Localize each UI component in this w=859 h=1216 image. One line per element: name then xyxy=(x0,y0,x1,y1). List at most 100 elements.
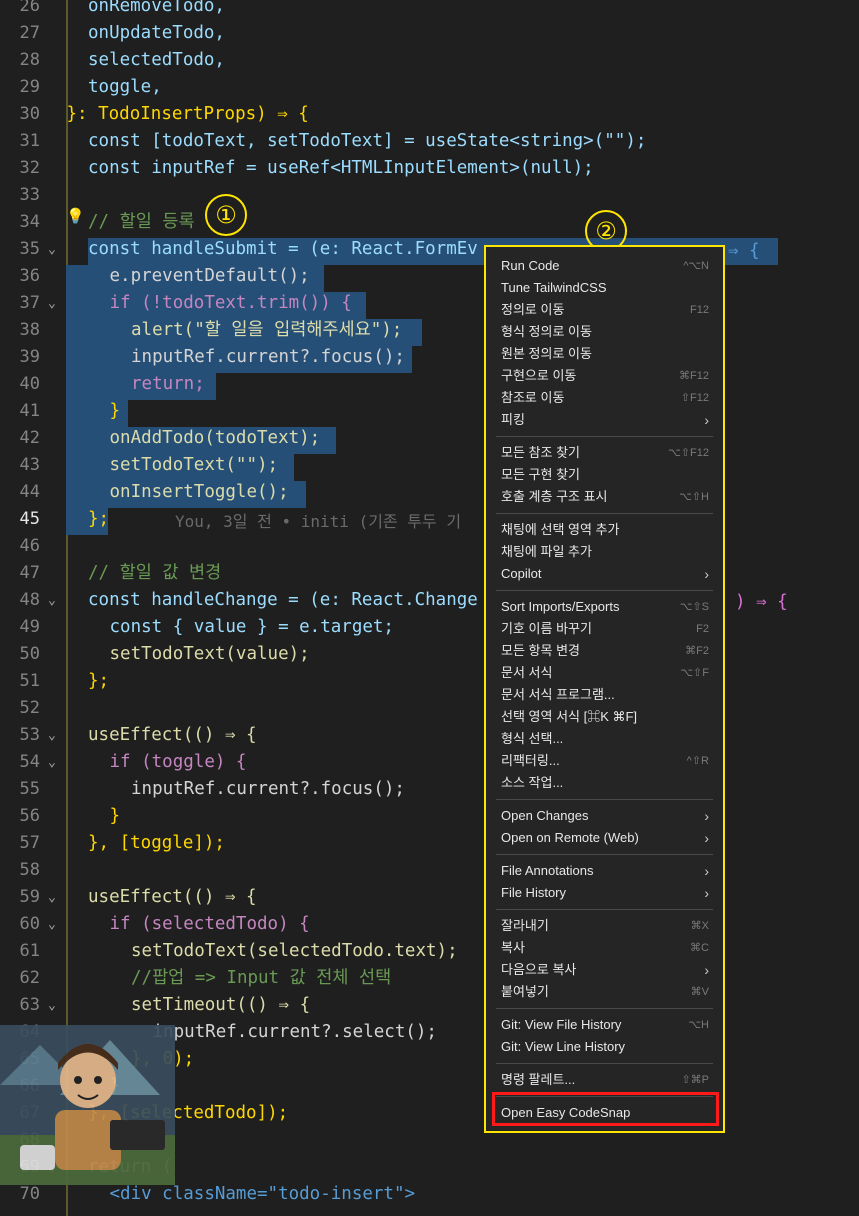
menu-item-label: Git: View Line History xyxy=(501,1039,626,1054)
code-line[interactable]: 50 setTodoText(value); xyxy=(0,641,859,668)
menu-item-리팩터링[interactable]: 리팩터링... ^⇧R xyxy=(501,750,709,772)
code-line[interactable]: 59 ⌄ useEffect(() ⇒ { xyxy=(0,884,859,911)
menu-item-다음으로-복사[interactable]: 다음으로 복사 › xyxy=(501,959,709,981)
fold-chevron-icon[interactable]: ⌄ xyxy=(48,911,56,938)
menu-item-run-code[interactable]: Run Code ^⌥N xyxy=(501,255,709,277)
menu-item-tune-tailwindcss[interactable]: Tune TailwindCSS xyxy=(501,277,709,299)
line-number: 54 xyxy=(19,752,40,772)
line-number: 31 xyxy=(19,131,40,151)
code-line[interactable]: 40 return; xyxy=(0,371,859,398)
menu-item-형식-선택[interactable]: 형식 선택... xyxy=(501,728,709,750)
menu-item-label: 복사 xyxy=(501,940,525,955)
code-line[interactable]: 53 ⌄ useEffect(() ⇒ { xyxy=(0,722,859,749)
menu-item-label: 잘라내기 xyxy=(501,918,549,933)
code-line[interactable]: 61 setTodoText(selectedTodo.text); xyxy=(0,938,859,965)
code-line[interactable]: 34 // 할일 등록 xyxy=(0,209,859,236)
menu-item-모든-항목-변경[interactable]: 모든 항목 변경 ⌘F2 xyxy=(501,640,709,662)
code-line[interactable]: 29 toggle, xyxy=(0,74,859,101)
menu-item-문서-서식[interactable]: 문서 서식 ⌥⇧F xyxy=(501,662,709,684)
line-number: 41 xyxy=(19,401,40,421)
code-line[interactable]: 62 //팝업 => Input 값 전체 선택 xyxy=(0,965,859,992)
fold-chevron-icon[interactable]: ⌄ xyxy=(48,992,56,1019)
menu-item-모든-구현-찾기[interactable]: 모든 구현 찾기 xyxy=(501,464,709,486)
menu-item-호출-계층-구조-표시[interactable]: 호출 계층 구조 표시 ⌥⇧H xyxy=(501,486,709,508)
code-text: } xyxy=(109,806,121,826)
menu-item-정의로-이동[interactable]: 정의로 이동 F12 xyxy=(501,299,709,321)
menu-item-피킹[interactable]: 피킹 › xyxy=(501,409,709,431)
chevron-right-icon: › xyxy=(704,885,709,901)
menu-item-모든-참조-찾기[interactable]: 모든 참조 찾기 ⌥⇧F12 xyxy=(501,442,709,464)
menu-item-git-view-line-history[interactable]: Git: View Line History xyxy=(501,1036,709,1058)
code-line[interactable]: 28 selectedTodo, xyxy=(0,47,859,74)
code-line[interactable]: 46 xyxy=(0,533,859,560)
menu-item-채팅에-파일-추가[interactable]: 채팅에 파일 추가 xyxy=(501,541,709,563)
menu-item-label: 채팅에 선택 영역 추가 xyxy=(501,522,620,537)
menu-item-구현으로-이동[interactable]: 구현으로 이동 ⌘F12 xyxy=(501,365,709,387)
code-line[interactable]: 54 ⌄ if (toggle) { xyxy=(0,749,859,776)
code-line[interactable]: 26 onRemoveTodo, xyxy=(0,0,859,20)
code-line[interactable]: 33 xyxy=(0,182,859,209)
code-line[interactable]: 41} xyxy=(0,398,859,425)
fold-chevron-icon[interactable]: ⌄ xyxy=(48,587,56,614)
fold-chevron-icon[interactable]: ⌄ xyxy=(48,749,56,776)
code-text: }, [toggle]); xyxy=(88,833,225,853)
line-number: 48 xyxy=(19,590,40,610)
fold-chevron-icon[interactable]: ⌄ xyxy=(48,884,56,911)
line-number: 40 xyxy=(19,374,40,394)
menu-item-label: Tune TailwindCSS xyxy=(501,280,607,295)
menu-item-기호-이름-바꾸기[interactable]: 기호 이름 바꾸기 F2 xyxy=(501,618,709,640)
code-line[interactable]: 37 ⌄ if (!todoText.trim()) { xyxy=(0,290,859,317)
menu-item-문서-서식-프로그램[interactable]: 문서 서식 프로그램... xyxy=(501,684,709,706)
menu-item-label: Copilot xyxy=(501,566,542,581)
code-text: }: TodoInsertProps) ⇒ { xyxy=(66,104,309,124)
code-line[interactable]: 30}: TodoInsertProps) ⇒ { xyxy=(0,101,859,128)
menu-item-sort-imports-exports[interactable]: Sort Imports/Exports ⌥⇧S xyxy=(501,596,709,618)
code-line[interactable]: 63 ⌄ setTimeout(() ⇒ { xyxy=(0,992,859,1019)
line-number: 27 xyxy=(19,23,40,43)
code-line[interactable]: 44 onInsertToggle(); xyxy=(0,479,859,506)
code-line[interactable]: 42 onAddTodo(todoText); xyxy=(0,425,859,452)
menu-item-label: 선택 영역 서식 [⌘K ⌘F] xyxy=(501,709,638,724)
menu-item-선택-영역-서식-k-f[interactable]: 선택 영역 서식 [⌘K ⌘F] xyxy=(501,706,709,728)
code-line[interactable]: 49 const { value } = e.target; xyxy=(0,614,859,641)
menu-item-label: 문서 서식 xyxy=(501,665,553,680)
code-line[interactable]: 52 xyxy=(0,695,859,722)
menu-item-잘라내기[interactable]: 잘라내기 ⌘X xyxy=(501,915,709,937)
code-line[interactable]: 27 onUpdateTodo, xyxy=(0,20,859,47)
code-line[interactable]: 39 inputRef.current?.focus(); xyxy=(0,344,859,371)
menu-item-채팅에-선택-영역-추가[interactable]: 채팅에 선택 영역 추가 xyxy=(501,519,709,541)
menu-item-원본-정의로-이동[interactable]: 원본 정의로 이동 xyxy=(501,343,709,365)
code-line[interactable]: 36 e.preventDefault(); xyxy=(0,263,859,290)
menu-item-명령-팔레트[interactable]: 명령 팔레트... ⇧⌘P xyxy=(501,1069,709,1091)
menu-item-file-annotations[interactable]: File Annotations › xyxy=(501,860,709,882)
code-line[interactable]: 55 inputRef.current?.focus(); xyxy=(0,776,859,803)
lightbulb-icon[interactable]: 💡 xyxy=(66,207,85,225)
menu-item-복사[interactable]: 복사 ⌘C xyxy=(501,937,709,959)
code-line[interactable]: 38 alert("할 일을 입력해주세요"); xyxy=(0,317,859,344)
code-line[interactable]: 43 setTodoText(""); xyxy=(0,452,859,479)
menu-item-open-changes[interactable]: Open Changes › xyxy=(501,805,709,827)
menu-item-label: 채팅에 파일 추가 xyxy=(501,544,592,559)
menu-item-형식-정의로-이동[interactable]: 형식 정의로 이동 xyxy=(501,321,709,343)
menu-item-copilot[interactable]: Copilot › xyxy=(501,563,709,585)
menu-item-붙여넣기[interactable]: 붙여넣기 ⌘V xyxy=(501,981,709,1003)
code-line[interactable]: 51}; xyxy=(0,668,859,695)
fold-chevron-icon[interactable]: ⌄ xyxy=(48,236,56,263)
code-line[interactable]: 47 // 할일 값 변경 xyxy=(0,560,859,587)
code-line[interactable]: 60 ⌄ if (selectedTodo) { xyxy=(0,911,859,938)
code-line[interactable]: 70 <div className="todo-insert"> xyxy=(0,1181,859,1208)
menu-item-소스-작업[interactable]: 소스 작업... xyxy=(501,772,709,794)
menu-item-git-view-file-history[interactable]: Git: View File History ⌥H xyxy=(501,1014,709,1036)
code-editor[interactable]: 26 onRemoveTodo, 27 onUpdateTodo, 28 selected… xyxy=(0,0,859,1216)
fold-chevron-icon[interactable]: ⌄ xyxy=(48,290,56,317)
fold-chevron-icon[interactable]: ⌄ xyxy=(48,722,56,749)
menu-item-file-history[interactable]: File History › xyxy=(501,882,709,904)
code-line[interactable]: 48 ⌄ const handleChange = (e: React.Change xyxy=(0,587,859,614)
code-line[interactable]: 57}, [toggle]); xyxy=(0,830,859,857)
menu-item-참조로-이동[interactable]: 참조로 이동 ⇧F12 xyxy=(501,387,709,409)
code-line[interactable]: 31 const [todoText, setTodoText] = useSta… xyxy=(0,128,859,155)
code-line[interactable]: 58 xyxy=(0,857,859,884)
menu-item-open-on-remote-web[interactable]: Open on Remote (Web) › xyxy=(501,827,709,849)
code-line[interactable]: 32 const inputRef = useRef<HTMLInputEleme… xyxy=(0,155,859,182)
code-line[interactable]: 56} xyxy=(0,803,859,830)
